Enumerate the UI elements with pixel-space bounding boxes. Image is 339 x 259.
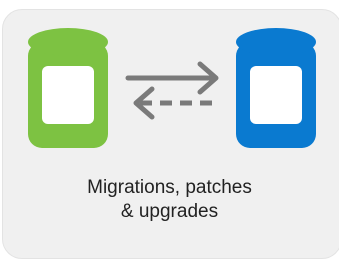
source-database-icon — [28, 28, 108, 148]
caption-line-1: Migrations, patches — [87, 177, 252, 198]
arrow-right-icon — [125, 61, 219, 95]
caption-line-2: & upgrades — [120, 201, 219, 222]
card-caption: Migrations, patches & upgrades — [0, 176, 339, 224]
target-database-icon — [236, 28, 316, 148]
